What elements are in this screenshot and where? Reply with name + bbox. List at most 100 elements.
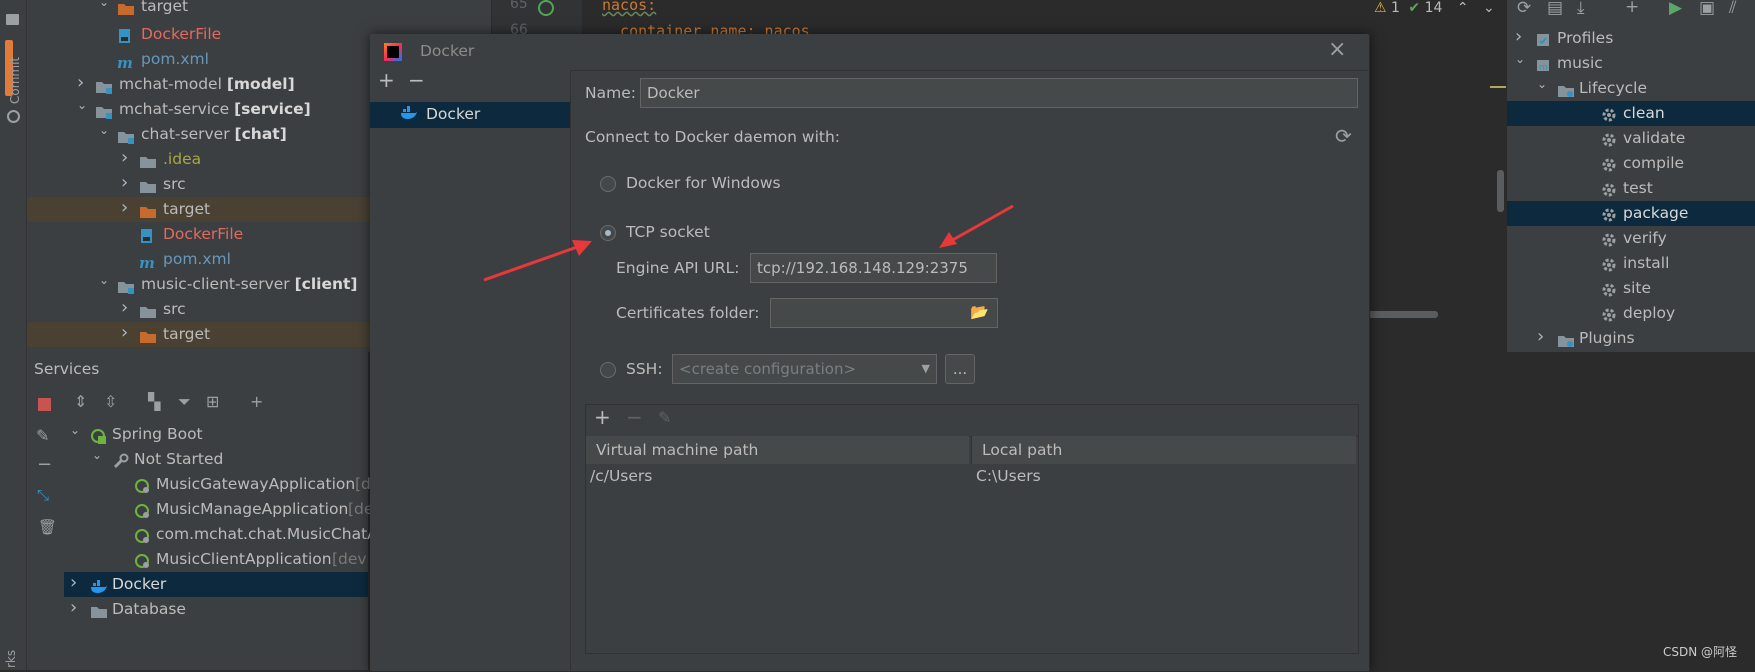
download-icon[interactable]: ⤓ — [1577, 0, 1585, 18]
execute-goal-icon[interactable]: ▣ — [1699, 0, 1715, 18]
service-tree-item[interactable]: › Docker — [64, 572, 368, 597]
maven-tree-item[interactable]: ⌄ Lifecycle — [1507, 76, 1755, 101]
service-tree-item[interactable]: MusicGatewayApplication [d — [64, 472, 371, 497]
project-tree-label: target — [163, 200, 211, 218]
connection-item-docker[interactable]: Docker — [370, 102, 570, 128]
commit-tool-label[interactable]: Commit — [8, 57, 22, 104]
maven-tree-item[interactable]: deploy — [1507, 301, 1755, 326]
annotation-arrow-left — [483, 240, 592, 282]
remove-connection-icon[interactable]: − — [408, 68, 425, 92]
toggle-offline-icon[interactable]: ⫽ — [1729, 0, 1737, 18]
chevron-right-icon[interactable]: › — [70, 595, 82, 620]
maven-tree-item[interactable]: test — [1507, 176, 1755, 201]
maven-tree-item[interactable]: clean — [1507, 101, 1755, 126]
group-by-icon[interactable]: ▚ — [148, 392, 160, 411]
reload-icon[interactable]: ⟳ — [1517, 0, 1531, 18]
chevron-down-icon[interactable]: ⌄ — [99, 118, 111, 143]
radio-docker-for-windows[interactable] — [600, 176, 616, 192]
maven-tree-item[interactable]: validate — [1507, 126, 1755, 151]
chevron-right-icon[interactable]: › — [77, 70, 89, 95]
chevron-right-icon[interactable]: › — [121, 320, 133, 345]
chevron-right-icon[interactable]: › — [121, 195, 133, 220]
service-tree-item[interactable]: com.mchat.chat.MusicChatA — [64, 522, 378, 547]
service-tree-item[interactable]: ⌄ Not Started — [64, 447, 368, 472]
service-tree-item[interactable]: MusicManageApplication [de — [64, 497, 373, 522]
service-tree-item[interactable]: ⌄ Spring Boot — [64, 422, 368, 447]
commit-icon — [7, 110, 20, 123]
bookmarks-tool-label[interactable]: rks — [4, 650, 18, 668]
table-row[interactable]: /c/Users C:\Users — [586, 465, 1356, 491]
collapse-icon[interactable]: ⤡ — [37, 486, 49, 504]
horizontal-scrollbar[interactable] — [1368, 311, 1438, 318]
inspection-widget[interactable]: ⚠ 1 ✔ 14 ⌃ ⌄ — [1374, 0, 1495, 18]
radio-tcp-socket[interactable] — [600, 225, 616, 241]
close-icon[interactable]: × — [1328, 37, 1346, 62]
certificates-folder-field[interactable] — [770, 298, 998, 328]
run-gutter-icon[interactable] — [538, 0, 554, 16]
chevron-down-icon[interactable]: ⌄ — [70, 418, 82, 443]
maven-tree-label: test — [1623, 179, 1653, 197]
option-tcp-socket[interactable]: TCP socket — [626, 223, 710, 241]
maven-tree-item[interactable]: › Plugins — [1507, 326, 1755, 351]
lifecycle-folder-icon — [1557, 81, 1575, 97]
chevron-right-icon[interactable]: › — [1537, 324, 1549, 349]
code-line: nacos: — [602, 0, 657, 14]
add-maven-project-icon[interactable]: ▤ — [1547, 0, 1563, 18]
chevron-right-icon[interactable]: › — [121, 295, 133, 320]
edit-icon[interactable]: ✎ — [36, 426, 49, 445]
trash-icon[interactable]: 🗑 — [38, 518, 57, 536]
maven-tree-item[interactable]: verify — [1507, 226, 1755, 251]
add-connection-icon[interactable]: + — [378, 68, 395, 92]
maven-tree-item[interactable]: package — [1507, 201, 1755, 226]
gear-icon — [1601, 256, 1619, 272]
ssh-configuration-select[interactable]: <create configuration> ▼ — [672, 354, 937, 384]
left-tool-strip: Commit rks — [0, 0, 27, 670]
filter-icon[interactable]: ⏷ — [178, 392, 191, 412]
maven-tree-item[interactable]: site — [1507, 276, 1755, 301]
ssh-placeholder: <create configuration> — [679, 360, 857, 378]
engine-api-url-field[interactable]: tcp://192.168.148.129:2375 — [750, 253, 997, 283]
chevron-right-icon[interactable]: › — [1515, 24, 1527, 49]
maven-tree-item[interactable]: compile — [1507, 151, 1755, 176]
chevron-down-icon[interactable]: ⌄ — [1515, 47, 1527, 72]
add-row-icon[interactable]: + — [594, 405, 611, 429]
radio-ssh[interactable] — [600, 362, 616, 378]
add-service-icon[interactable]: + — [250, 392, 263, 411]
maven-tree-item[interactable]: install — [1507, 251, 1755, 276]
add-icon[interactable]: + — [1625, 0, 1639, 17]
chevron-down-icon[interactable]: ⌄ — [1483, 0, 1495, 16]
option-docker-for-windows[interactable]: Docker for Windows — [626, 174, 781, 192]
chevron-down-icon[interactable]: ⌄ — [1537, 72, 1549, 97]
chevron-down-icon[interactable]: ⌄ — [92, 443, 104, 468]
chevron-down-icon[interactable]: ⌄ — [77, 93, 89, 118]
minus-icon[interactable]: − — [37, 454, 52, 475]
name-field[interactable]: Docker — [640, 78, 1358, 108]
column-header-vm-path[interactable]: Virtual machine path — [586, 436, 969, 464]
collapse-all-icon[interactable]: ⇳ — [104, 392, 117, 411]
chevron-right-icon[interactable]: › — [121, 145, 133, 170]
chevron-right-icon[interactable]: › — [121, 170, 133, 195]
service-tree-item[interactable]: › Database — [64, 597, 368, 622]
folder-browse-icon[interactable]: 📂 — [970, 303, 989, 321]
module-tag: [service] — [234, 100, 311, 118]
chevron-down-icon[interactable]: ⌄ — [99, 0, 111, 15]
service-tree-item[interactable]: MusicClientApplication [dev — [64, 547, 368, 572]
chevron-right-icon[interactable]: › — [70, 570, 82, 595]
new-tab-icon[interactable]: ⊞ — [206, 392, 219, 411]
service-tree-label: MusicClientApplication — [156, 550, 332, 568]
run-icon[interactable]: ▶ — [1669, 0, 1682, 18]
maven-tree-item[interactable]: › Profiles — [1507, 26, 1755, 51]
column-header-local-path[interactable]: Local path — [971, 436, 1356, 464]
ssh-more-button[interactable]: ... — [945, 354, 975, 384]
refresh-icon[interactable]: ⟳ — [1335, 124, 1352, 148]
stop-icon[interactable] — [38, 398, 51, 411]
gear-icon — [1601, 156, 1619, 172]
expand-all-icon[interactable]: ⇕ — [74, 392, 87, 411]
project-tree-item[interactable]: ⌄ target — [27, 0, 491, 19]
engine-api-url-label: Engine API URL: — [616, 259, 740, 277]
editor-scrollbar[interactable] — [1497, 170, 1504, 212]
chevron-up-icon[interactable]: ⌃ — [1457, 0, 1469, 16]
chevron-down-icon[interactable]: ⌄ — [99, 268, 111, 293]
option-ssh[interactable]: SSH: — [626, 360, 663, 378]
project-tool-icon[interactable] — [6, 14, 19, 25]
